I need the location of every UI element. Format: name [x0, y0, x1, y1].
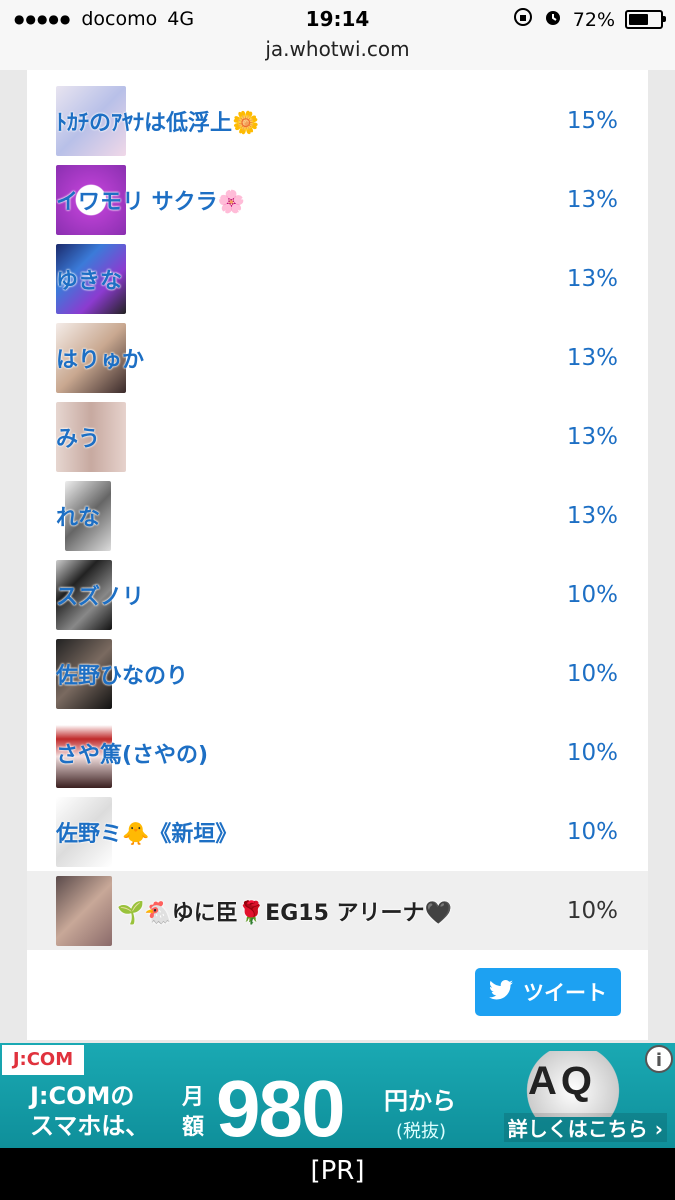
- percentage: 10%: [566, 581, 618, 608]
- battery-icon: [625, 10, 666, 29]
- ad-banner[interactable]: J:COM J:COMの スマホは、 月額 980 円から (税抜) AQ 詳し…: [0, 1043, 675, 1148]
- alarm-icon: [543, 7, 563, 32]
- list-item[interactable]: 佐野ひなのり 10%: [27, 634, 648, 713]
- user-name[interactable]: ゆきな: [56, 263, 122, 295]
- percentage: 13%: [566, 502, 618, 529]
- list-item[interactable]: イワモリ サクラ🌸 13%: [27, 160, 648, 239]
- percentage: 13%: [566, 186, 618, 213]
- ad-more-link[interactable]: 詳しくはこちら ›: [503, 1113, 667, 1142]
- ranking-card: ﾄｶﾁのｱﾔﾅは低浮上🌼 15% イワモリ サクラ🌸 13% ゆきな 13% は…: [27, 70, 648, 1040]
- percentage: 10%: [566, 818, 618, 845]
- list-item[interactable]: さや篤(さやの) 10%: [27, 713, 648, 792]
- user-name[interactable]: さや篤(さやの): [56, 737, 208, 769]
- avatar: [56, 876, 112, 946]
- ad-from: 円から: [384, 1087, 456, 1115]
- list-item[interactable]: はりゅか 13%: [27, 318, 648, 397]
- ad-price: 980: [216, 1064, 345, 1148]
- user-name[interactable]: イワモリ サクラ🌸: [56, 184, 245, 216]
- list-item[interactable]: ゆきな 13%: [27, 239, 648, 318]
- url-bar[interactable]: ja.whotwi.com: [0, 34, 675, 70]
- user-name[interactable]: スズノリ: [56, 579, 144, 611]
- ad-image-text: AQ: [528, 1059, 596, 1103]
- percentage: 15%: [566, 107, 618, 134]
- twitter-bird-icon: [489, 979, 513, 1005]
- percentage: 13%: [566, 265, 618, 292]
- list-item[interactable]: 🌱🐔ゆに臣🌹EG15 アリーナ🖤 10%: [27, 871, 648, 950]
- user-name[interactable]: れな: [56, 500, 100, 532]
- user-name[interactable]: はりゅか: [56, 342, 144, 374]
- ad-line1: J:COMの: [30, 1082, 135, 1110]
- user-name[interactable]: 🌱🐔ゆに臣🌹EG15 アリーナ🖤: [117, 895, 452, 927]
- rotation-lock-icon: [513, 7, 533, 32]
- percentage: 13%: [566, 423, 618, 450]
- list-item[interactable]: ﾄｶﾁのｱﾔﾅは低浮上🌼 15%: [27, 81, 648, 160]
- list-item[interactable]: 佐野ミ🐥《新垣》 10%: [27, 792, 648, 871]
- jcom-logo: J:COM: [2, 1045, 84, 1075]
- list-item[interactable]: みう 13%: [27, 397, 648, 476]
- list-item[interactable]: スズノリ 10%: [27, 555, 648, 634]
- ad-month-label: 月額: [182, 1085, 205, 1140]
- list-item[interactable]: れな 13%: [27, 476, 648, 555]
- percentage: 10%: [566, 739, 618, 766]
- percentage: 13%: [566, 344, 618, 371]
- ad-text: J:COMの スマホは、: [30, 1081, 149, 1141]
- pr-label: [PR]: [0, 1148, 675, 1200]
- tweet-label: ツイート: [523, 981, 607, 1005]
- user-name[interactable]: ﾄｶﾁのｱﾔﾅは低浮上🌼: [56, 105, 259, 137]
- info-icon[interactable]: i: [645, 1045, 673, 1073]
- ad-tax: (税抜): [396, 1121, 447, 1142]
- percentage: 10%: [566, 897, 618, 924]
- battery-percent: 72%: [572, 8, 615, 31]
- percentage: 10%: [566, 660, 618, 687]
- user-name[interactable]: 佐野ミ🐥《新垣》: [56, 816, 237, 848]
- ad-line2: スマホは、: [30, 1112, 150, 1140]
- tweet-button[interactable]: ツイート: [475, 968, 621, 1016]
- user-name[interactable]: 佐野ひなのり: [56, 658, 188, 690]
- user-name[interactable]: みう: [56, 421, 100, 453]
